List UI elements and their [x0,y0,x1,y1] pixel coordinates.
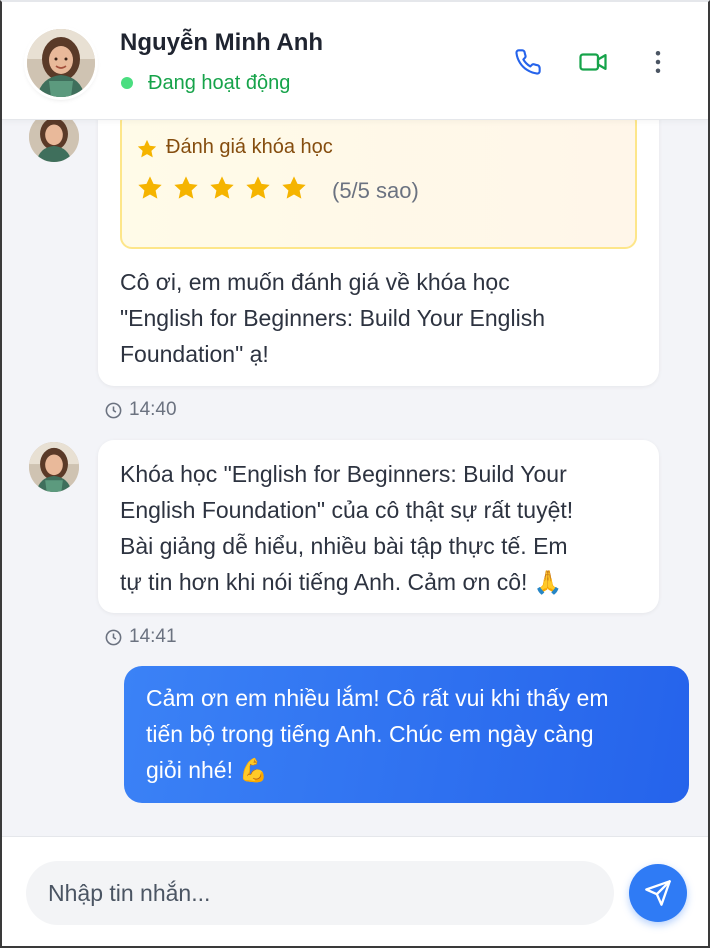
outgoing-message-bubble: Cảm ơn em nhiều lắm! Cô rất vui khi thấy… [124,666,689,803]
message-line: Cảm ơn em nhiều lắm! Cô rất vui khi thấy… [146,685,609,711]
rating-title: Đánh giá khóa học [166,136,333,158]
message-line: English Foundation" của cô thật sự rất t… [120,497,574,523]
online-status-text: Đang hoạt động [148,72,291,94]
message-text: Cô ơi, em muốn đánh giá về khóa học "Eng… [120,264,650,372]
star-icon [137,139,157,158]
message-text: Cảm ơn em nhiều lắm! Cô rất vui khi thấy… [146,680,674,788]
contact-avatar[interactable] [27,29,95,97]
clock-icon [105,402,122,418]
message-input[interactable] [26,861,614,925]
course-rating-card: Đánh giá khóa học (5/5 sao) [120,120,637,249]
timestamp-text: 14:41 [129,626,177,647]
contact-avatar-small [29,120,79,162]
message-line: "English for Beginners: Build Your Engli… [120,305,545,331]
message-line: Bài giảng dễ hiểu, nhiều bài tập thực tế… [120,533,568,559]
chat-header: Nguyễn Minh Anh Đang hoạt động [2,2,708,120]
contact-avatar-small [29,442,79,492]
message-line: Khóa học "English for Beginners: Build Y… [120,461,567,487]
message-bubble: Khóa học "English for Beginners: Build Y… [98,440,659,613]
message-line: Cô ơi, em muốn đánh giá về khóa học [120,269,510,295]
send-button[interactable] [629,864,687,922]
message-line: tiến bộ trong tiếng Anh. Chúc em ngày cà… [146,721,594,747]
star-icon [244,174,272,202]
star-icon [208,174,236,202]
message-line: Foundation" ạ! [120,341,269,367]
message-list[interactable]: Đánh giá khóa học (5/5 sao) Cô ơi, em mu… [2,120,708,836]
timestamp-text: 14:40 [129,399,177,420]
rating-score: (5/5 sao) [332,178,419,203]
message-text: Khóa học "English for Beginners: Build Y… [120,456,650,600]
message-line: giỏi nhé! 💪 [146,757,268,783]
star-icon [280,174,308,202]
contact-name: Nguyễn Minh Anh [120,29,324,56]
phone-icon[interactable] [512,46,544,78]
message-timestamp: 14:41 [104,626,177,648]
clock-icon [105,629,122,645]
message-line: tự tin hơn khi nói tiếng Anh. Cảm ơn cô!… [120,569,563,595]
star-icon [136,174,164,202]
star-icon [172,174,200,202]
more-vertical-icon[interactable] [642,46,674,78]
chat-window: Nguyễn Minh Anh Đang hoạt động Đánh giá … [0,0,710,948]
message-composer [2,836,708,946]
star-rating [136,174,308,202]
message-timestamp: 14:40 [104,399,177,421]
video-icon[interactable] [577,46,609,78]
send-icon [645,880,671,906]
online-status-dot [121,77,133,89]
